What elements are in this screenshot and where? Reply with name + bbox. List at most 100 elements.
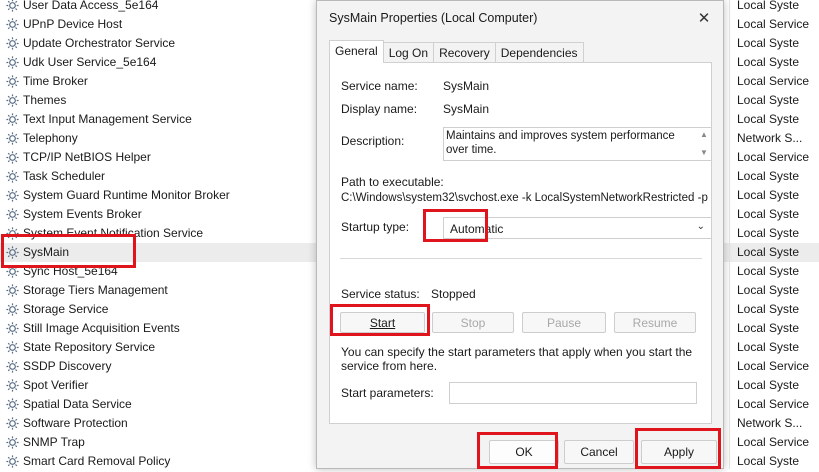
close-icon[interactable]: ✕ bbox=[689, 5, 719, 31]
service-logon-as: Local Syste bbox=[737, 207, 800, 221]
service-name: Udk User Service_5e164 bbox=[23, 55, 157, 69]
service-name: Task Scheduler bbox=[23, 169, 106, 183]
service-logon-as: Local Service bbox=[737, 74, 810, 88]
gear-icon bbox=[5, 435, 20, 450]
service-name-value: SysMain bbox=[443, 79, 490, 93]
service-name: Spatial Data Service bbox=[23, 397, 132, 411]
gear-icon bbox=[5, 207, 20, 222]
service-logon-as: Local Service bbox=[737, 359, 810, 373]
stop-button[interactable]: Stop bbox=[432, 312, 514, 333]
gear-icon bbox=[5, 416, 20, 431]
service-status-value: Stopped bbox=[431, 287, 476, 301]
description-text: Maintains and improves system performanc… bbox=[446, 130, 675, 156]
gear-icon bbox=[5, 302, 20, 317]
service-name: Smart Card Removal Policy bbox=[23, 454, 171, 468]
service-name: Update Orchestrator Service bbox=[23, 36, 176, 50]
service-name: System Event Notification Service bbox=[23, 226, 204, 240]
tab-general[interactable]: General bbox=[329, 40, 384, 63]
dialog-title: SysMain Properties (Local Computer) bbox=[329, 11, 538, 25]
path-value: C:\Windows\system32\svchost.exe -k Local… bbox=[341, 192, 708, 204]
service-logon-as: Local Syste bbox=[737, 245, 800, 259]
tab-strip: General Log On Recovery Dependencies bbox=[329, 40, 584, 63]
service-name: Spot Verifier bbox=[23, 378, 89, 392]
gear-icon bbox=[5, 245, 20, 260]
gear-icon bbox=[5, 264, 20, 279]
service-name: Sync Host_5e164 bbox=[23, 264, 118, 278]
service-name: Themes bbox=[23, 93, 67, 107]
service-logon-as: Local Syste bbox=[737, 112, 800, 126]
start-params-label: Start parameters: bbox=[341, 386, 434, 400]
tab-recovery[interactable]: Recovery bbox=[433, 42, 496, 63]
service-name: SysMain bbox=[23, 245, 70, 259]
stop-button-label: Stop bbox=[460, 315, 486, 330]
service-logon-as: Local Syste bbox=[737, 0, 800, 12]
service-logon-as: Local Syste bbox=[737, 36, 800, 50]
service-name: Telephony bbox=[23, 131, 78, 145]
service-logon-as: Network S... bbox=[737, 416, 803, 430]
start-button-label: Start bbox=[369, 315, 396, 330]
service-logon-as: Network S... bbox=[737, 131, 803, 145]
tab-dependencies[interactable]: Dependencies bbox=[494, 42, 584, 63]
cancel-button[interactable]: Cancel bbox=[564, 440, 634, 464]
service-status-label: Service status: bbox=[341, 287, 420, 301]
ok-button-label: OK bbox=[515, 445, 533, 459]
gear-icon bbox=[5, 17, 20, 32]
gear-icon bbox=[5, 397, 20, 412]
service-logon-as: Local Syste bbox=[737, 378, 800, 392]
service-name: Time Broker bbox=[23, 74, 88, 88]
resume-button[interactable]: Resume bbox=[614, 312, 696, 333]
startup-type-select[interactable]: Automatic ⌄ bbox=[443, 217, 712, 239]
gear-icon bbox=[5, 150, 20, 165]
display-name-label: Display name: bbox=[341, 102, 418, 116]
start-params-hint: You can specify the start parameters tha… bbox=[341, 345, 693, 373]
gear-icon bbox=[5, 188, 20, 203]
service-name: UPnP Device Host bbox=[23, 17, 123, 31]
ok-button[interactable]: OK bbox=[489, 440, 559, 464]
gear-icon bbox=[5, 55, 20, 70]
start-button[interactable]: Start bbox=[340, 312, 425, 333]
gear-icon bbox=[5, 93, 20, 108]
service-name: TCP/IP NetBIOS Helper bbox=[23, 150, 151, 164]
display-name-value: SysMain bbox=[443, 102, 490, 116]
service-logon-as: Local Service bbox=[737, 397, 810, 411]
scroll-up-icon[interactable]: ▲ bbox=[700, 130, 708, 139]
description-label: Description: bbox=[341, 134, 405, 148]
tab-log-on[interactable]: Log On bbox=[382, 42, 435, 63]
service-name: System Events Broker bbox=[23, 207, 142, 221]
description-scrollbar[interactable]: ▲ ▼ bbox=[697, 128, 711, 160]
gear-icon bbox=[5, 283, 20, 298]
service-name: Storage Service bbox=[23, 302, 109, 316]
startup-type-label: Startup type: bbox=[341, 220, 410, 234]
gear-icon bbox=[5, 0, 20, 13]
service-logon-as: Local Syste bbox=[737, 226, 800, 240]
service-logon-as: Local Syste bbox=[737, 55, 800, 69]
gear-icon bbox=[5, 112, 20, 127]
apply-button[interactable]: Apply bbox=[641, 440, 717, 464]
service-logon-as: Local Syste bbox=[737, 340, 800, 354]
service-name: SNMP Trap bbox=[23, 435, 85, 449]
scroll-down-icon[interactable]: ▼ bbox=[700, 148, 708, 157]
gear-icon bbox=[5, 36, 20, 51]
gear-icon bbox=[5, 359, 20, 374]
service-logon-as: Local Service bbox=[737, 150, 810, 164]
service-logon-as: Local Syste bbox=[737, 302, 800, 316]
gear-icon bbox=[5, 321, 20, 336]
startup-type-value: Automatic bbox=[450, 222, 504, 236]
start-params-input[interactable] bbox=[449, 382, 697, 404]
gear-icon bbox=[5, 131, 20, 146]
gear-icon bbox=[5, 454, 20, 469]
pause-button-label: Pause bbox=[546, 315, 582, 330]
service-name: SSDP Discovery bbox=[23, 359, 112, 373]
properties-dialog: SysMain Properties (Local Computer) ✕ Ge… bbox=[316, 0, 724, 469]
description-box[interactable]: Maintains and improves system performanc… bbox=[443, 127, 712, 161]
column-divider bbox=[729, 0, 730, 469]
service-name: State Repository Service bbox=[23, 340, 156, 354]
service-name: Storage Tiers Management bbox=[23, 283, 168, 297]
service-name: System Guard Runtime Monitor Broker bbox=[23, 188, 230, 202]
service-logon-as: Local Syste bbox=[737, 169, 800, 183]
service-logon-as: Local Syste bbox=[737, 264, 800, 278]
service-logon-as: Local Syste bbox=[737, 188, 800, 202]
pause-button[interactable]: Pause bbox=[522, 312, 606, 333]
service-name: Still Image Acquisition Events bbox=[23, 321, 180, 335]
chevron-down-icon: ⌄ bbox=[696, 221, 705, 232]
